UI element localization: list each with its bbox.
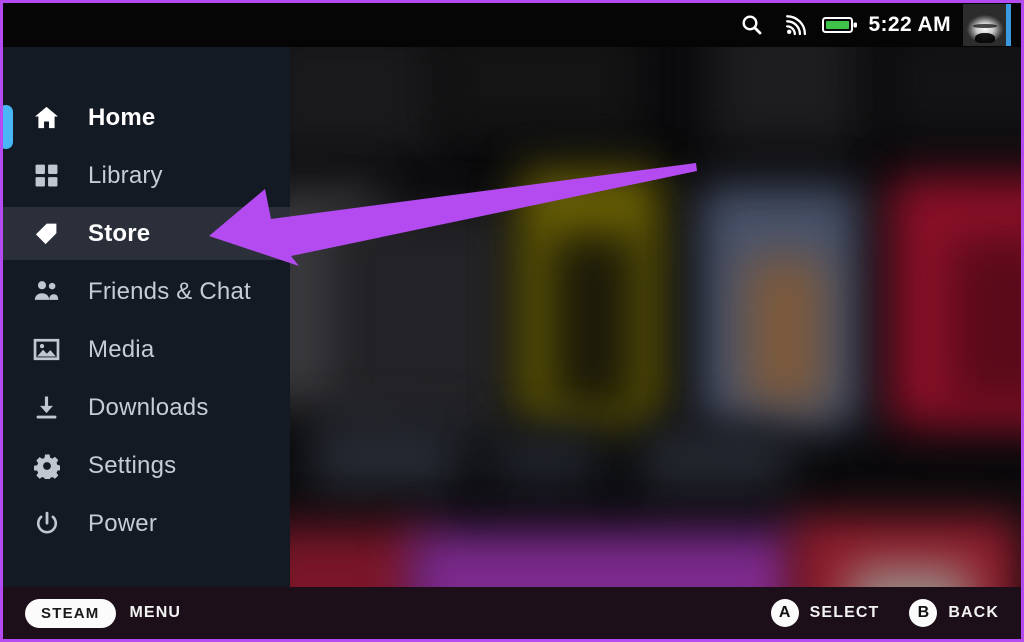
steam-button-pill[interactable]: STEAM — [25, 598, 116, 628]
sidebar-item-label: Power — [88, 509, 158, 537]
footer-hint-bar: STEAM MENU A SELECT B BACK — [3, 587, 1021, 639]
library-grid-icon — [33, 162, 60, 189]
tag-icon — [33, 220, 60, 247]
sidebar-item-library[interactable]: Library — [3, 149, 290, 202]
a-button-icon: A — [770, 599, 799, 627]
battery-icon — [818, 3, 862, 47]
a-action-label: SELECT — [809, 604, 880, 621]
home-icon — [33, 104, 60, 131]
search-icon[interactable] — [730, 3, 774, 47]
friends-icon — [33, 278, 60, 305]
sidebar-item-store[interactable]: Store — [3, 207, 290, 260]
avatar[interactable] — [963, 4, 1011, 46]
clock: 5:22 AM — [868, 13, 951, 36]
sidebar-item-media[interactable]: Media — [3, 323, 290, 376]
status-bar: 5:22 AM — [3, 3, 1021, 47]
sidebar-item-label: Downloads — [88, 393, 209, 421]
gear-icon — [33, 452, 60, 479]
background-game-grid — [290, 47, 1021, 587]
sidebar-item-label: Home — [88, 103, 156, 131]
download-icon — [33, 394, 60, 421]
sidebar-item-label: Settings — [88, 451, 177, 479]
sidebar-item-downloads[interactable]: Downloads — [3, 381, 290, 434]
sidebar-item-label: Media — [88, 335, 155, 363]
power-icon — [33, 510, 60, 537]
wifi-signal-icon[interactable] — [774, 3, 818, 47]
b-action-label: BACK — [948, 604, 999, 621]
b-button-icon: B — [909, 599, 938, 627]
sidebar-item-settings[interactable]: Settings — [3, 439, 290, 492]
b-back-hint[interactable]: B BACK — [909, 599, 999, 627]
sidebar-item-label: Friends & Chat — [88, 277, 251, 305]
sidebar-item-label: Store — [88, 219, 151, 247]
sidebar-item-friends-chat[interactable]: Friends & Chat — [3, 265, 290, 318]
a-select-hint[interactable]: A SELECT — [770, 599, 880, 627]
steam-deck-screen: 5:22 AM Home Library Store Friends & Cha… — [0, 0, 1024, 642]
sidebar-item-home[interactable]: Home — [3, 91, 290, 144]
media-image-icon — [33, 336, 60, 363]
sidebar-item-power[interactable]: Power — [3, 497, 290, 550]
sidebar-nav: Home Library Store Friends & Chat Media … — [3, 47, 290, 587]
menu-label: MENU — [129, 604, 182, 621]
sidebar-item-label: Library — [88, 161, 163, 189]
